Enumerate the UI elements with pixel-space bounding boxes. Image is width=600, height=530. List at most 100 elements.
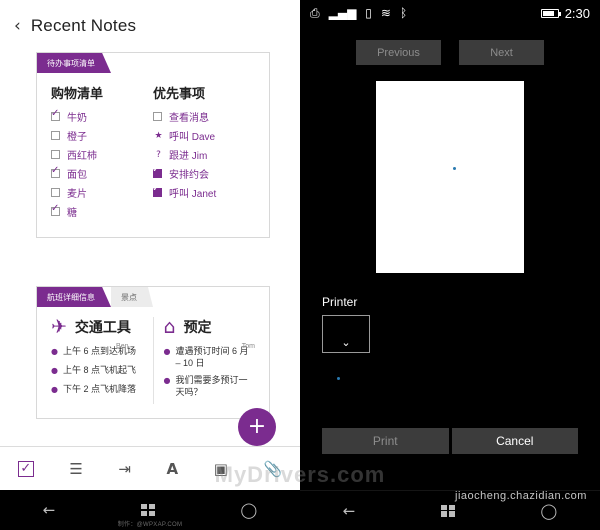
list-item[interactable]: 牛奶 <box>51 108 153 124</box>
printer-select[interactable]: ⌄ <box>322 315 370 353</box>
list-item: ● 上午 8 点飞机起飞 <box>51 364 143 378</box>
list-item[interactable]: ? 跟进 Jim <box>153 147 255 163</box>
indent-icon[interactable]: ⇥ <box>118 460 131 478</box>
checked-box-icon[interactable] <box>152 183 162 197</box>
checkbox-icon[interactable] <box>51 165 60 178</box>
windows-start-icon[interactable] <box>440 504 455 517</box>
print-dialog-actions: Print Cancel <box>300 428 600 454</box>
back-nav-icon[interactable]: ← <box>43 501 56 519</box>
author-label: Tom <box>241 343 255 350</box>
list-item-label: 安排约会 <box>169 170 209 181</box>
list-item-label: 糖 <box>67 208 77 219</box>
list-item-label: 麦片 <box>67 189 87 200</box>
list-item[interactable]: 面包 <box>51 165 153 181</box>
checkbox-icon[interactable] <box>51 131 60 140</box>
watermark-secondary: jiaocheng.chazidian.com <box>455 490 587 502</box>
list-item: ● 我们需要多预订一天吗？ <box>164 374 256 398</box>
list-item-label: 我们需要多预订一天吗？ <box>175 375 248 398</box>
note-card-flight[interactable]: 航班详细信息 景点 ✈ 交通工具 Ben ● 上午 6 点到达机场 ● 上午 8… <box>36 286 270 419</box>
star-icon: ★ <box>154 130 163 141</box>
airplane-icon: ✈ <box>51 315 67 338</box>
screenshot-icon: ⎙ <box>310 5 320 20</box>
list-item[interactable]: 糖 <box>51 203 153 219</box>
chevron-down-icon: ⌄ <box>341 336 351 349</box>
booking-title: 预定 <box>183 319 212 335</box>
bullet-icon: ● <box>163 376 171 386</box>
back-nav-icon[interactable]: ← <box>343 502 356 520</box>
list-item-label: 下午 2 点飞机降落 <box>62 384 136 394</box>
previous-button[interactable]: Previous <box>356 40 441 65</box>
tab-flight-details[interactable]: 航班详细信息 <box>37 287 111 307</box>
wifi-icon: ≋ <box>380 6 391 20</box>
booking-column: ⌂ 预定 Tom ● 遭遇预订时间 6 月 – 10 日 ● 我们需要多预订一天… <box>164 317 256 404</box>
note-body: 购物清单 牛奶 橙子 西红柿 面包 <box>37 73 269 237</box>
right-phone-screen: ⎙ ▂▄▆ ▯ ≋ ᛒ 2:30 Previous Next Printer ⌄… <box>300 0 600 530</box>
signal-icon: ▂▄▆ <box>328 6 357 20</box>
app-header: ‹ Recent Notes <box>0 0 300 52</box>
checkbox-icon[interactable] <box>51 150 60 159</box>
note-body: ✈ 交通工具 Ben ● 上午 6 点到达机场 ● 上午 8 点飞机起飞 ● 下… <box>37 307 269 418</box>
transport-title: 交通工具 <box>74 319 131 335</box>
list-item[interactable]: 查看消息 <box>153 109 255 124</box>
checkbox-icon[interactable] <box>153 112 162 121</box>
shopping-list-title: 购物清单 <box>51 86 104 101</box>
checkbox-icon[interactable] <box>51 203 60 216</box>
print-button[interactable]: Print <box>322 428 449 454</box>
bullet-icon: ● <box>51 366 58 375</box>
priority-list-column: 优先事项 查看消息 ★ 呼叫 Dave ? 跟进 Jim ✓ 安排约会 ✓ 呼叫… <box>152 83 255 223</box>
priority-list-title: 优先事项 <box>153 86 206 101</box>
bullet-icon: ● <box>51 385 58 394</box>
search-nav-icon[interactable]: ◯ <box>240 501 257 519</box>
list-item[interactable]: 橙子 <box>51 128 153 143</box>
editor-toolbar: ✓ ☰ ⇥ A ▣ 📎 <box>0 446 300 490</box>
next-button[interactable]: Next <box>459 40 544 65</box>
attachment-icon[interactable]: 📎 <box>264 460 283 478</box>
status-clock: 2:30 <box>564 5 590 21</box>
list-item[interactable]: 安排约会 <box>152 164 255 181</box>
tab-todo-list[interactable]: 待办事项清单 <box>37 53 111 73</box>
image-icon[interactable]: ▣ <box>214 460 228 478</box>
status-bar: ⎙ ▂▄▆ ▯ ≋ ᛒ 2:30 <box>300 0 600 26</box>
battery-saver-icon: ▯ <box>365 6 372 20</box>
text-format-icon[interactable]: A <box>167 460 179 478</box>
stray-cursor-dot <box>337 377 340 380</box>
checklist-icon[interactable]: ✓ <box>17 460 34 477</box>
list-item[interactable]: 西红柿 <box>51 147 153 162</box>
home-icon: ⌂ <box>163 315 176 338</box>
checkbox-icon[interactable] <box>51 108 60 121</box>
battery-icon <box>540 8 561 18</box>
search-nav-icon[interactable]: ◯ <box>540 502 557 520</box>
preview-nav-buttons: Previous Next <box>300 40 600 65</box>
page-title: Recent Notes <box>30 16 137 35</box>
author-label: Ben <box>116 343 129 350</box>
bullet-icon: ● <box>163 347 171 356</box>
note-tabstrip: 航班详细信息 景点 <box>37 287 269 307</box>
credit-watermark: 制作：@WPXAP.COM <box>117 522 183 528</box>
add-note-button[interactable]: + <box>238 408 276 446</box>
list-item-label: 牛奶 <box>67 113 87 124</box>
preview-cursor-dot <box>452 167 456 171</box>
list-item[interactable]: ★ 呼叫 Dave <box>153 128 255 144</box>
bluetooth-icon: ᛒ <box>399 6 408 20</box>
list-item[interactable]: 麦片 <box>51 185 153 200</box>
list-item-label: 跟进 Jim <box>169 151 208 162</box>
question-mark-icon: ? <box>156 149 161 160</box>
transport-column: ✈ 交通工具 Ben ● 上午 6 点到达机场 ● 上午 8 点飞机起飞 ● 下… <box>51 317 143 404</box>
shopping-list-column: 购物清单 牛奶 橙子 西红柿 面包 <box>51 83 153 223</box>
bullet-list-icon[interactable]: ☰ <box>69 460 82 478</box>
checked-box-icon[interactable] <box>152 164 162 178</box>
list-item-label: 呼叫 Dave <box>169 132 216 143</box>
list-item[interactable]: 呼叫 Janet <box>152 183 255 200</box>
list-item-label: 橙子 <box>67 132 87 143</box>
note-tabstrip: 待办事项清单 <box>37 53 269 73</box>
back-chevron-icon[interactable]: ‹ <box>14 17 21 35</box>
print-preview-page[interactable] <box>376 81 524 273</box>
checkbox-icon[interactable] <box>51 188 60 197</box>
list-item-label: 上午 8 点飞机起飞 <box>62 365 136 375</box>
windows-start-icon[interactable] <box>140 504 155 516</box>
list-item-label: 面包 <box>67 170 87 181</box>
note-card-todo[interactable]: 待办事项清单 购物清单 牛奶 橙子 西红柿 <box>36 52 270 238</box>
list-item-label: 呼叫 Janet <box>169 189 217 200</box>
cancel-button[interactable]: Cancel <box>451 428 578 454</box>
tab-attractions[interactable]: 景点 <box>111 287 153 307</box>
